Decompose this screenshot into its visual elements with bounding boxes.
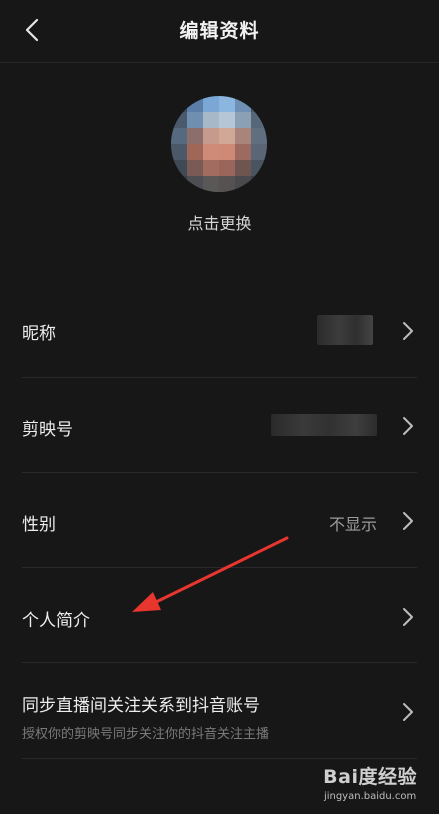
baidu-jingyan-watermark: Bai度经验 jingyan.baidu.com [323,762,417,802]
watermark-logo: Bai度经验 [323,766,417,788]
red-arrow-icon [132,536,289,612]
watermark-url: jingyan.baidu.com [323,791,417,802]
